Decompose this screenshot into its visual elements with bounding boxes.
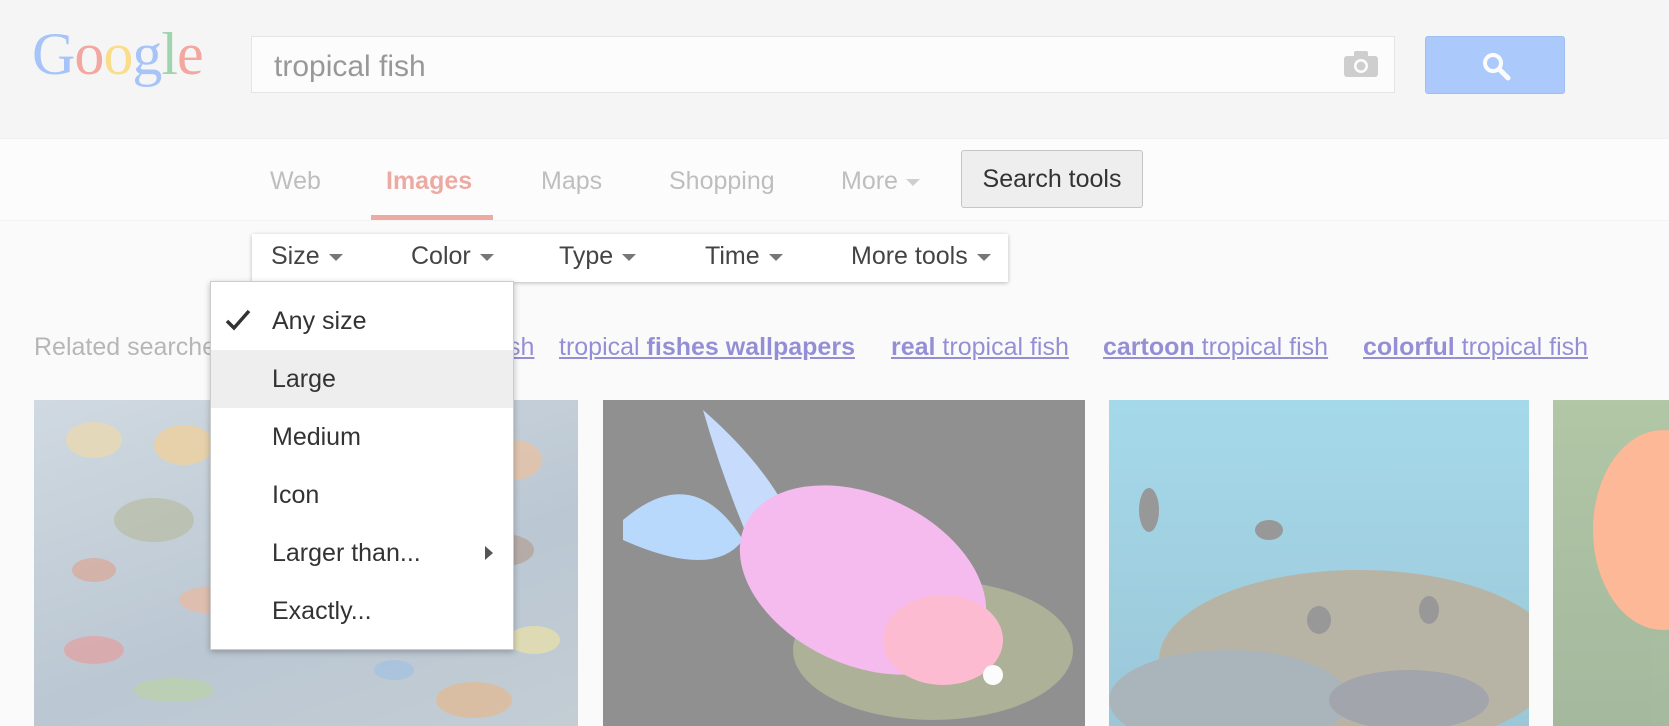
reef-thumbnail: [1109, 488, 1559, 726]
search-nav: Web Images Maps Shopping More: [0, 139, 1669, 221]
size-option-medium[interactable]: Medium: [211, 408, 513, 466]
chevron-down-icon: [905, 178, 920, 186]
active-tab-indicator: [371, 215, 493, 220]
chevron-down-icon: [328, 253, 343, 261]
header: Google tropical fish: [0, 0, 1669, 139]
chevron-down-icon: [479, 253, 494, 261]
camera-icon[interactable]: [1342, 49, 1380, 79]
tab-maps[interactable]: Maps: [541, 167, 602, 196]
search-query-text[interactable]: tropical fish: [274, 50, 426, 84]
tool-size[interactable]: Size: [271, 242, 343, 271]
tab-shopping[interactable]: Shopping: [669, 167, 775, 196]
chevron-right-icon: [485, 546, 493, 560]
image-result-reef[interactable]: [1109, 400, 1559, 726]
pink-fish-thumbnail: [623, 410, 1073, 720]
checkmark-icon: [225, 309, 251, 331]
size-option-large[interactable]: Large: [211, 350, 513, 408]
size-option-exactly[interactable]: Exactly...: [211, 582, 513, 640]
image-result-pink-fish[interactable]: [603, 400, 1085, 726]
chevron-down-icon: [976, 253, 991, 261]
size-option-any[interactable]: Any size: [211, 292, 513, 350]
tool-color[interactable]: Color: [411, 242, 494, 271]
search-input[interactable]: tropical fish: [251, 36, 1395, 93]
search-tools-bar: Size Color Type Time More tools: [252, 234, 1008, 282]
image-result-orange-fish[interactable]: [1553, 400, 1669, 726]
size-dropdown-menu: Any size Large Medium Icon Larger than..…: [210, 281, 514, 650]
orange-fish-thumbnail: [1593, 430, 1669, 630]
google-logo[interactable]: Google: [32, 20, 204, 89]
size-option-larger-than[interactable]: Larger than...: [211, 524, 513, 582]
tab-more[interactable]: More: [841, 167, 920, 196]
tab-images[interactable]: Images: [386, 167, 472, 196]
tool-time[interactable]: Time: [705, 242, 783, 271]
tool-more-tools[interactable]: More tools: [851, 242, 991, 271]
chevron-down-icon: [622, 253, 637, 261]
tab-web[interactable]: Web: [270, 167, 321, 196]
search-tools-button[interactable]: Search tools: [961, 150, 1143, 208]
related-link-cartoon[interactable]: cartoon tropical fish: [1103, 333, 1328, 362]
related-searches-label: Related searches:: [34, 333, 236, 361]
size-option-icon[interactable]: Icon: [211, 466, 513, 524]
related-link-colorful[interactable]: colorful tropical fish: [1363, 333, 1588, 362]
related-link-wallpapers[interactable]: tropical fishes wallpapers: [559, 333, 855, 362]
magnifier-icon: [1483, 53, 1511, 81]
search-button[interactable]: [1425, 36, 1565, 94]
tool-type[interactable]: Type: [559, 242, 637, 271]
chevron-down-icon: [768, 253, 783, 261]
related-link-real[interactable]: real tropical fish: [891, 333, 1069, 362]
